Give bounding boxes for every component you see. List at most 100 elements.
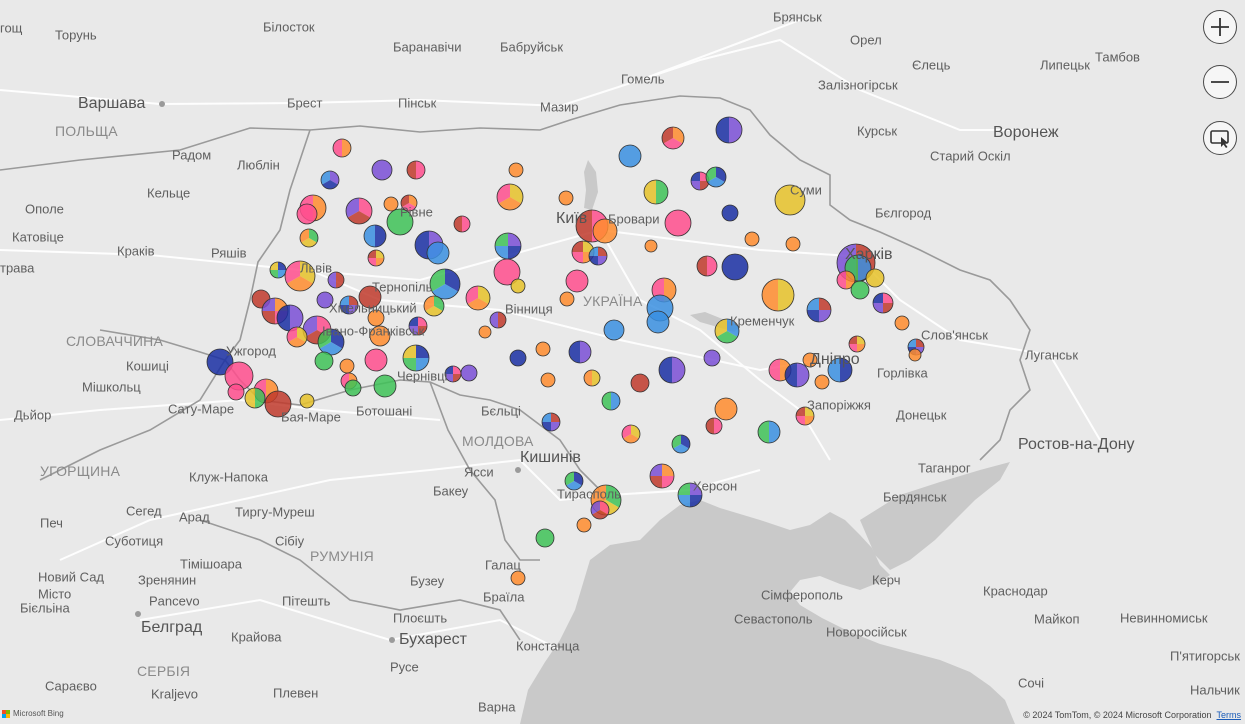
pie-marker[interactable] [535,341,551,357]
place-label: Тирасполь [557,486,621,502]
place-label: Запоріжжя [807,397,871,413]
pie-marker[interactable] [426,241,450,265]
pie-marker[interactable] [508,162,524,178]
pie-marker[interactable] [429,268,461,300]
pie-marker[interactable] [814,374,830,390]
pie-marker[interactable] [371,159,393,181]
pie-marker[interactable] [406,160,426,180]
microsoft-logo-icon [2,709,10,718]
pie-marker[interactable] [784,362,810,388]
pie-marker[interactable] [865,268,885,288]
pie-marker[interactable] [705,166,727,188]
pie-marker[interactable] [721,253,749,281]
place-label: Сібіу [275,533,305,549]
pie-marker[interactable] [332,138,352,158]
pie-marker[interactable] [661,126,685,150]
pie-marker[interactable] [510,278,526,294]
pie-marker[interactable] [715,116,743,144]
pie-marker[interactable] [568,340,592,364]
pie-marker[interactable] [806,297,832,323]
pie-marker[interactable] [588,246,608,266]
terms-link[interactable]: Terms [1217,710,1242,720]
pie-marker[interactable] [664,209,692,237]
pie-marker[interactable] [339,358,355,374]
pie-marker[interactable] [559,291,575,307]
pie-marker[interactable] [494,232,522,260]
pie-marker[interactable] [785,236,801,252]
pie-marker[interactable] [541,412,561,432]
pie-marker[interactable] [478,325,492,339]
pie-marker[interactable] [705,417,723,435]
place-label: Бакеу [433,483,469,499]
pie-marker[interactable] [761,278,795,312]
pie-marker[interactable] [465,285,491,311]
pie-marker[interactable] [565,269,589,293]
pie-marker[interactable] [621,424,641,444]
pie-marker[interactable] [714,397,738,421]
pie-marker[interactable] [244,387,266,409]
zoom-out-button[interactable] [1203,65,1237,99]
pie-marker[interactable] [402,344,430,372]
zoom-in-button[interactable] [1203,10,1237,44]
place-label: Невинномиськ [1120,610,1208,626]
pie-marker[interactable] [848,335,866,353]
pie-marker[interactable] [227,383,245,401]
pie-marker[interactable] [671,434,691,454]
place-label: Харків [845,246,893,263]
pie-marker[interactable] [423,295,445,317]
place-label: УГОРЩИНА [40,463,121,479]
pie-marker[interactable] [558,190,574,206]
pie-marker[interactable] [363,224,387,248]
pie-marker[interactable] [509,349,527,367]
pie-marker[interactable] [460,364,478,382]
pie-marker[interactable] [540,372,556,388]
pie-marker[interactable] [850,280,870,300]
place-label: Бровари [608,211,660,227]
pie-marker[interactable] [367,249,385,267]
map-select-button[interactable] [1203,121,1237,155]
place-label: Кошиці [126,358,169,374]
pie-marker[interactable] [510,570,526,586]
pie-marker[interactable] [649,463,675,489]
pie-marker[interactable] [535,528,555,548]
logo-text: Microsoft Bing [13,709,64,718]
minus-icon [1211,81,1229,83]
pie-marker[interactable] [703,349,721,367]
pie-marker[interactable] [721,204,739,222]
pie-marker[interactable] [299,393,315,409]
pie-marker[interactable] [894,315,910,331]
pie-marker[interactable] [601,391,621,411]
pie-marker[interactable] [299,228,319,248]
pie-marker[interactable] [643,179,669,205]
pie-marker[interactable] [496,183,524,211]
pie-marker[interactable] [364,348,388,372]
pie-marker[interactable] [658,356,686,384]
pie-marker[interactable] [453,215,471,233]
pie-marker[interactable] [576,517,592,533]
pie-marker[interactable] [646,310,670,334]
map-canvas[interactable]: Брянськ Орел Тамбов Єлець Липецьк Залізногірс… [0,0,1245,724]
place-label: Луганськ [1025,347,1079,363]
pie-marker[interactable] [296,203,318,225]
pie-marker[interactable] [744,231,760,247]
pie-marker[interactable] [603,319,625,341]
pie-marker[interactable] [345,197,373,225]
pie-marker[interactable] [286,326,308,348]
pie-marker[interactable] [630,373,650,393]
pie-marker[interactable] [872,292,894,314]
pie-marker[interactable] [908,348,922,362]
pie-marker[interactable] [383,196,399,212]
pie-marker[interactable] [344,379,362,397]
pie-marker[interactable] [269,261,287,279]
pie-marker[interactable] [696,255,718,277]
pie-marker[interactable] [314,351,334,371]
pie-marker[interactable] [618,144,642,168]
place-label: Сату-Маре [168,401,235,417]
pie-marker[interactable] [644,239,658,253]
pie-marker[interactable] [583,369,601,387]
pie-marker[interactable] [320,170,340,190]
pie-marker[interactable] [489,311,507,329]
pie-marker[interactable] [373,374,397,398]
pie-marker[interactable] [590,500,610,520]
pie-marker[interactable] [757,420,781,444]
